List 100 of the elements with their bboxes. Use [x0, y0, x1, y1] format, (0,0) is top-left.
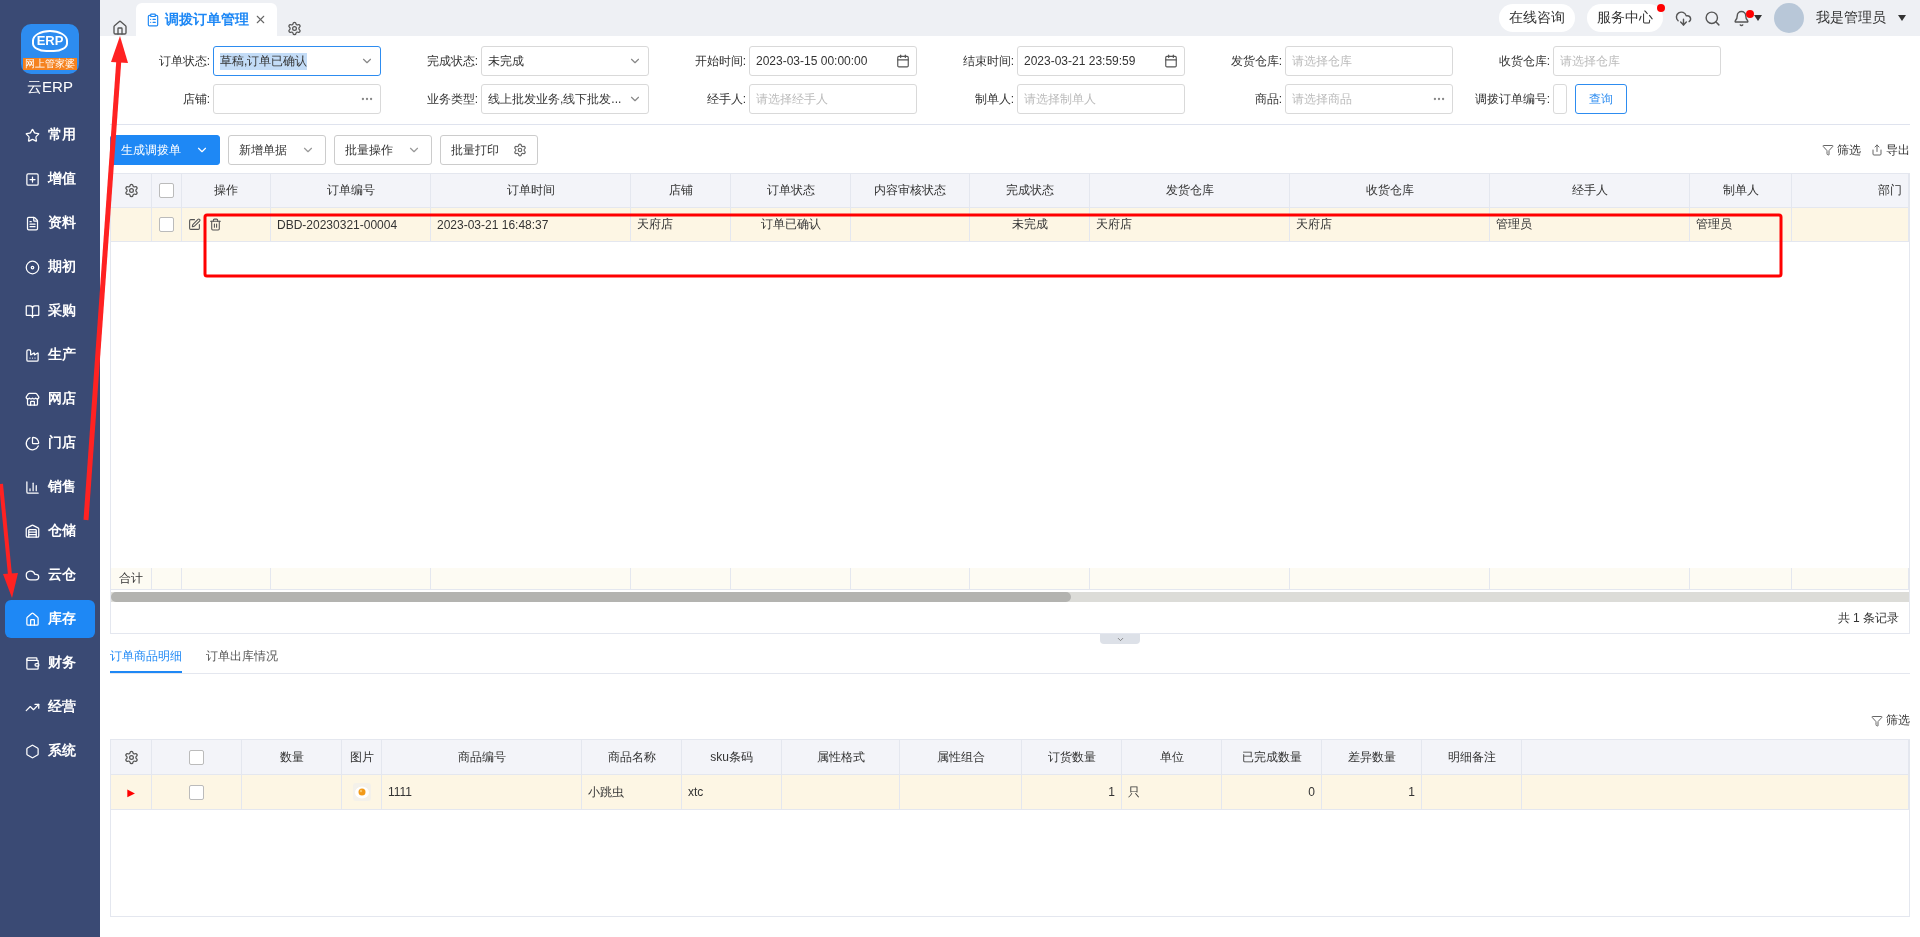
column-header: 完成状态	[1005, 182, 1054, 199]
detail-tab[interactable]: 订单出库情况	[206, 648, 278, 673]
sidebar-item[interactable]: 经营	[5, 688, 95, 726]
select-all-checkbox[interactable]	[189, 749, 204, 765]
home-icon[interactable]	[112, 20, 128, 36]
download-icon[interactable]	[1675, 9, 1692, 27]
table-cell: DBD-20230321-00004	[277, 217, 398, 232]
document-icon	[25, 215, 40, 231]
sidebar-item[interactable]: 仓储	[5, 512, 95, 550]
table-row[interactable]: DBD-20230321-00004 2023-03-21 16:48:37 天府店 订单已确认 未完成 天府店 天府店 管理员 管理员	[111, 208, 1909, 242]
table-cell: 只	[1128, 783, 1140, 801]
column-header: 属性格式	[816, 748, 865, 766]
column-header: 已完成数量	[1241, 748, 1302, 766]
calendar-icon	[896, 54, 910, 68]
header-link[interactable]: 服务中心	[1587, 4, 1663, 32]
column-header: 内容审核状态	[874, 182, 946, 199]
user-name[interactable]: 我是管理员	[1816, 9, 1886, 27]
export-link[interactable]: 导出	[1871, 141, 1910, 159]
input-field[interactable]	[1553, 84, 1567, 114]
table-cell: 1	[1108, 785, 1115, 799]
export-icon	[1871, 144, 1883, 156]
table-cell: 天府店	[1096, 216, 1132, 233]
sidebar-item[interactable]: 门店	[5, 424, 95, 462]
field-label: 开始时间:	[693, 52, 747, 70]
table-cell: 0	[1308, 785, 1315, 799]
sidebar-item[interactable]: 采购	[5, 292, 95, 330]
cloud-icon	[25, 567, 40, 583]
column-header: sku条码	[710, 748, 753, 766]
page-tab[interactable]: 调拨订单管理	[136, 3, 277, 36]
clipboard-icon	[146, 12, 160, 27]
table-cell: 天府店	[637, 216, 673, 233]
column-header: 部门	[1878, 182, 1902, 199]
column-header: 店铺	[668, 182, 693, 199]
settings-icon[interactable]	[123, 183, 139, 198]
app-name: 云ERP	[27, 78, 73, 97]
filter-link[interactable]: 筛选	[1871, 712, 1910, 729]
column-header: 订货数量	[1047, 748, 1096, 766]
sidebar-item[interactable]: 系统	[5, 732, 95, 770]
column-header: 属性组合	[936, 748, 985, 766]
select-all-checkbox[interactable]	[159, 183, 174, 198]
sidebar-item[interactable]: 生产	[5, 336, 95, 374]
settings-icon[interactable]	[287, 21, 302, 36]
table-cell: 天府店	[1296, 216, 1332, 233]
header-link[interactable]: 在线咨询	[1499, 4, 1575, 32]
field-label: 业务类型:	[425, 90, 479, 108]
filter-link[interactable]: 筛选	[1822, 141, 1861, 159]
sidebar-item[interactable]: 增值	[5, 160, 95, 198]
toolbar-button[interactable]: 批量操作	[334, 135, 432, 165]
field-label: 完成状态:	[425, 52, 479, 70]
select-field[interactable]: 未完成	[481, 46, 649, 76]
book-icon	[25, 303, 40, 319]
table-cell: 1111	[388, 785, 413, 799]
select-field[interactable]	[213, 84, 381, 114]
sidebar-item[interactable]: 资料	[5, 204, 95, 242]
date-field[interactable]: 2023-03-15 00:00:00	[749, 46, 917, 76]
sidebar-item[interactable]: 常用	[5, 116, 95, 154]
filter-icon	[1871, 714, 1883, 727]
scrollbar[interactable]	[111, 592, 1909, 602]
column-header: 发货仓库	[1165, 182, 1214, 199]
select-field[interactable]: 草稿,订单已确认	[213, 46, 381, 76]
collapse-handle[interactable]	[1100, 634, 1140, 644]
toolbar-button[interactable]: 新增单据	[228, 135, 326, 165]
toolbar-button[interactable]: 批量打印	[440, 135, 538, 165]
field-label: 调拨订单编号:	[1473, 90, 1551, 108]
toolbar-button[interactable]: 生成调拨单	[110, 135, 220, 165]
field-label: 发货仓库:	[1229, 52, 1283, 70]
table-cell: xtc	[688, 785, 704, 799]
column-header: 图片	[349, 748, 374, 766]
sidebar-item[interactable]: 网店	[5, 380, 95, 418]
edit-icon[interactable]	[188, 218, 201, 231]
search-icon[interactable]	[1704, 9, 1721, 27]
table-cell: 管理员	[1696, 216, 1732, 233]
sidebar-item[interactable]: 期初	[5, 248, 95, 286]
warehouse-icon	[25, 523, 40, 539]
detail-tab[interactable]: 订单商品明细	[110, 648, 182, 673]
select-field[interactable]: 线上批发业务,线下批发...	[481, 84, 649, 114]
sidebar-item[interactable]: 库存	[5, 600, 95, 638]
caret-icon[interactable]	[1898, 15, 1906, 21]
date-field[interactable]: 2023-03-21 23:59:59	[1017, 46, 1185, 76]
query-button[interactable]: 查询	[1575, 84, 1627, 114]
sidebar-item[interactable]: 销售	[5, 468, 95, 506]
column-header: 收货仓库	[1365, 182, 1414, 199]
disc-icon	[25, 259, 40, 275]
caret-icon[interactable]	[1754, 15, 1762, 21]
table-cell: 未完成	[1011, 216, 1048, 233]
table-cell: 小跳虫	[588, 783, 624, 801]
row-checkbox[interactable]	[159, 217, 174, 232]
store-icon	[25, 391, 40, 407]
record-count: 共 1 条记录	[1837, 611, 1899, 625]
column-header: 商品编号	[457, 748, 506, 766]
star-icon	[25, 127, 40, 143]
sidebar-item[interactable]: 云仓	[5, 556, 95, 594]
settings-icon[interactable]	[123, 749, 139, 765]
row-checkbox[interactable]	[189, 784, 204, 800]
hexagon-icon	[25, 743, 40, 759]
column-header: 订单时间	[506, 182, 555, 199]
close-icon[interactable]	[254, 13, 267, 26]
sidebar-item[interactable]: 财务	[5, 644, 95, 682]
delete-icon[interactable]	[209, 218, 222, 231]
column-header: 经手人	[1571, 182, 1608, 199]
